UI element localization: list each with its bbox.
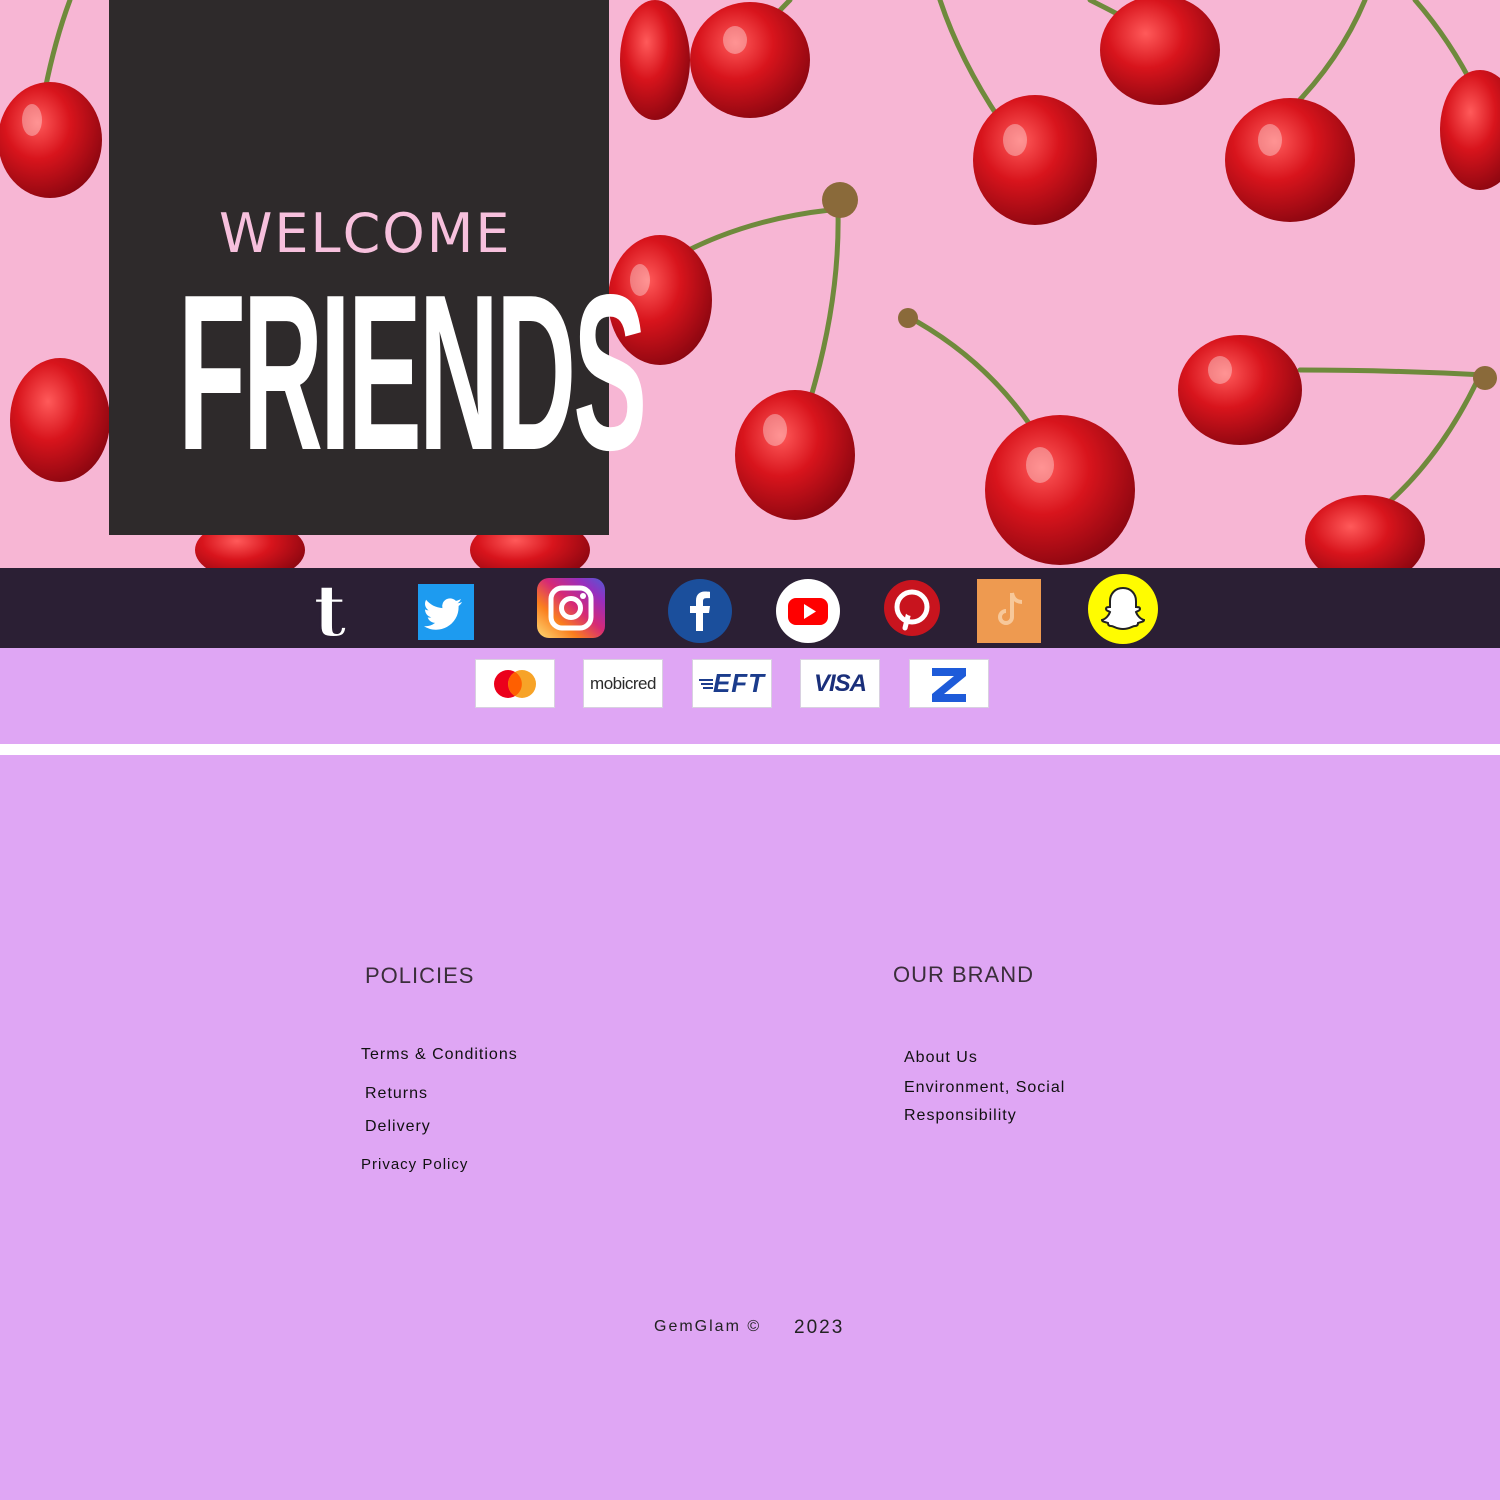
pinterest-icon[interactable]: [884, 580, 940, 636]
environment-social-link[interactable]: Environment, Social: [904, 1079, 1065, 1097]
eft-logo: EFT: [692, 659, 772, 708]
responsibility-link[interactable]: Responsibility: [904, 1107, 1017, 1125]
eft-text: EFT: [712, 668, 766, 698]
hero-banner: WELCOME FRIENDS: [0, 0, 1500, 568]
copyright-text: GemGlam ©: [654, 1318, 762, 1335]
section-divider: [0, 744, 1500, 755]
zapper-logo: [909, 659, 989, 708]
snapchat-icon[interactable]: [1088, 574, 1158, 644]
svg-text:t: t: [313, 578, 346, 644]
visa-text: VISA: [813, 669, 867, 697]
eft-speed-lines-icon: [698, 678, 713, 689]
policies-heading: POLICIES: [365, 963, 475, 988]
mobicred-logo: mobicred: [583, 659, 663, 708]
mobicred-text: mobicred: [590, 673, 656, 693]
facebook-icon[interactable]: [668, 579, 732, 643]
tiktok-icon[interactable]: [977, 579, 1041, 643]
about-us-link[interactable]: About Us: [904, 1049, 978, 1067]
delivery-link[interactable]: Delivery: [365, 1118, 431, 1136]
terms-conditions-link[interactable]: Terms & Conditions: [361, 1046, 518, 1064]
instagram-icon[interactable]: [537, 578, 605, 638]
friends-heading: FRIENDS: [178, 249, 647, 497]
payment-methods-row: mobicred EFT VISA: [0, 648, 1500, 744]
mastercard-icon: [475, 659, 555, 708]
youtube-icon[interactable]: [776, 579, 840, 643]
visa-logo: VISA: [800, 659, 880, 708]
returns-link[interactable]: Returns: [365, 1085, 428, 1103]
tumblr-icon[interactable]: t: [300, 578, 360, 644]
welcome-card: WELCOME FRIENDS: [109, 0, 647, 535]
twitter-icon[interactable]: [418, 584, 474, 640]
copyright-year: 2023: [794, 1317, 845, 1338]
privacy-policy-link[interactable]: Privacy Policy: [361, 1156, 468, 1173]
our-brand-heading: OUR BRAND: [893, 962, 1035, 987]
social-media-bar: t: [0, 568, 1500, 648]
